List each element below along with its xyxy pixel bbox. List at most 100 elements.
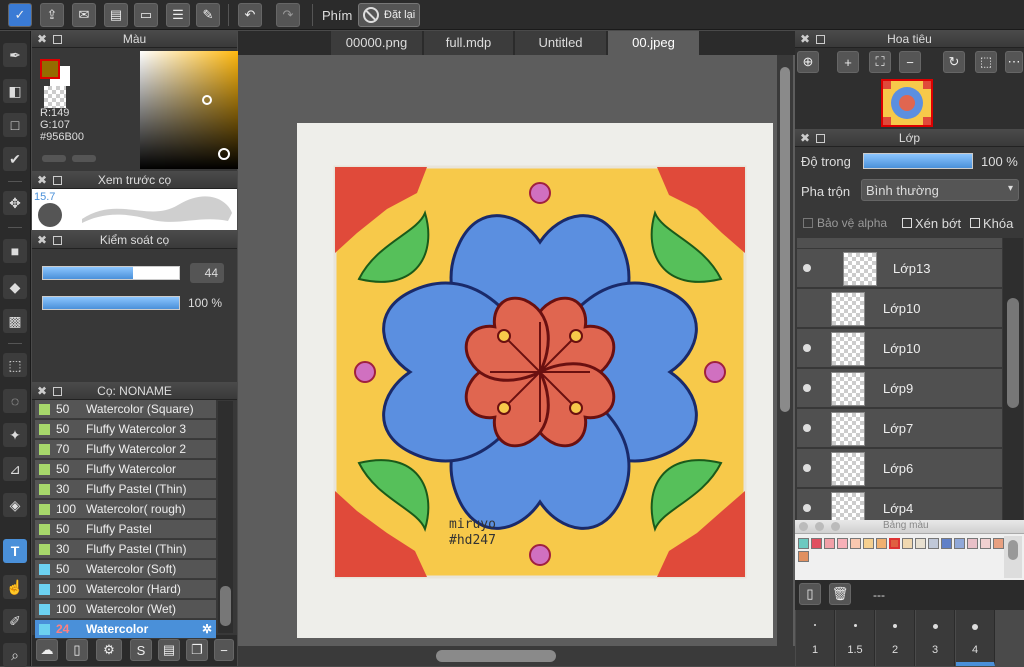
palette-swatch[interactable] xyxy=(798,551,809,562)
text-tool-icon[interactable]: T xyxy=(3,539,27,563)
delete-layer-icon[interactable]: 🗑 xyxy=(829,583,851,605)
fit-screen-icon[interactable]: ⛶ xyxy=(869,51,891,73)
share-icon[interactable]: ⇪ xyxy=(40,3,64,27)
brush-settings-icon[interactable]: ⚙ xyxy=(96,639,122,661)
brush-list-item[interactable]: 100 Watercolor( rough) xyxy=(35,500,216,519)
visibility-icon[interactable] xyxy=(803,504,811,512)
layer-row[interactable]: Lớp13 xyxy=(797,249,1002,288)
cloud-download-icon[interactable]: ☁ xyxy=(36,639,58,661)
edit-list-icon[interactable]: ✎ xyxy=(196,3,220,27)
brush-copy-icon[interactable]: ❐ xyxy=(186,639,208,661)
brush-save-icon[interactable]: S xyxy=(130,639,152,661)
brush-list-item[interactable]: 24 Watercolor ✲ xyxy=(35,620,216,639)
move-tool-icon[interactable]: ✥ xyxy=(3,191,27,215)
scrollbar-thumb[interactable] xyxy=(1008,540,1018,560)
brush-list-item[interactable]: 50 Watercolor (Square) xyxy=(35,400,216,419)
palette-swatch[interactable] xyxy=(837,538,848,549)
transparent-swatch[interactable] xyxy=(44,86,66,108)
clipping-checkbox[interactable] xyxy=(902,218,912,228)
popout-icon[interactable] xyxy=(53,236,62,245)
close-icon[interactable]: ✖ xyxy=(800,31,810,48)
lock-checkbox[interactable] xyxy=(970,218,980,228)
brush-size-slider[interactable] xyxy=(42,266,180,280)
layer-row[interactable]: Lớp9 xyxy=(797,369,1002,408)
foreground-color-swatch[interactable] xyxy=(40,59,60,79)
close-icon[interactable]: ✖ xyxy=(37,383,47,400)
pen-size-button[interactable]: 1 xyxy=(796,610,835,666)
brush-opacity-slider[interactable] xyxy=(42,296,180,310)
zoom-tool-icon[interactable]: ⌕ xyxy=(3,643,27,667)
tab-full-mdp[interactable]: full.mdp xyxy=(424,31,514,55)
popout-icon[interactable] xyxy=(816,35,825,44)
brush-list-item[interactable]: 50 Watercolor (Soft) xyxy=(35,560,216,579)
palette-swatch[interactable] xyxy=(863,538,874,549)
fill-rect-icon[interactable]: ■ xyxy=(3,239,27,263)
brush-list-scrollbar[interactable] xyxy=(218,401,233,633)
brush-list-item[interactable]: 50 Fluffy Watercolor 3 xyxy=(35,420,216,439)
brush-list-item[interactable]: 100 Watercolor (Wet) xyxy=(35,600,216,619)
undo-icon[interactable]: ↶ xyxy=(238,3,262,27)
scrollbar-thumb[interactable] xyxy=(220,586,231,626)
rectangle-tool-icon[interactable]: □ xyxy=(3,113,27,137)
visibility-icon[interactable] xyxy=(803,384,811,392)
scrollbar-thumb[interactable] xyxy=(780,67,790,412)
chat-icon[interactable]: ✉ xyxy=(72,3,96,27)
popout-icon[interactable] xyxy=(53,176,62,185)
layer-row[interactable]: Lớp6 xyxy=(797,449,1002,488)
blend-mode-select[interactable]: Bình thường ▾ xyxy=(861,179,1019,201)
reset-button[interactable]: Đặt lại xyxy=(358,3,420,27)
zoom-in-icon[interactable]: + xyxy=(837,51,859,73)
bucket-tool-icon[interactable]: ◆ xyxy=(3,275,27,299)
brush-list-item[interactable]: 100 Watercolor (Hard) xyxy=(35,580,216,599)
tab-untitled[interactable]: Untitled xyxy=(515,31,607,55)
zoom-out-icon[interactable]: − xyxy=(899,51,921,73)
palette-swatch[interactable] xyxy=(876,538,887,549)
palette-swatch[interactable] xyxy=(967,538,978,549)
visibility-icon[interactable] xyxy=(803,264,811,272)
layer-row[interactable]: Lớp10 xyxy=(797,329,1002,368)
popout-icon[interactable] xyxy=(53,35,62,44)
flip-icon[interactable]: ⬚ xyxy=(975,51,997,73)
hue-cursor[interactable] xyxy=(218,148,230,160)
popout-icon[interactable] xyxy=(53,387,62,396)
select-lasso-icon[interactable]: ◌ xyxy=(3,389,27,413)
palette-swatch[interactable] xyxy=(928,538,939,549)
brush-list-item[interactable]: 30 Fluffy Pastel (Thin) xyxy=(35,480,216,499)
sv-cursor[interactable] xyxy=(202,95,212,105)
visibility-icon[interactable] xyxy=(803,464,811,472)
checklist-icon[interactable]: ☰ xyxy=(166,3,190,27)
visibility-icon[interactable] xyxy=(803,424,811,432)
gradient-tool-icon[interactable]: ▩ xyxy=(3,309,27,333)
scrollbar-thumb[interactable] xyxy=(1007,298,1019,408)
eraser-tool-icon[interactable]: ◧ xyxy=(3,79,27,103)
navigator-thumbnail[interactable] xyxy=(881,79,933,127)
brush-list-item[interactable]: 50 Fluffy Watercolor xyxy=(35,460,216,479)
close-icon[interactable]: ✖ xyxy=(37,232,47,249)
palette-swatch[interactable] xyxy=(889,538,900,549)
color-mode-button[interactable] xyxy=(72,155,96,162)
popout-icon[interactable] xyxy=(816,134,825,143)
palette-swatch[interactable] xyxy=(850,538,861,549)
zoom-fit-icon[interactable]: ⊕ xyxy=(797,51,819,73)
menu-icon[interactable]: ⋯ xyxy=(1005,51,1023,73)
protect-alpha-checkbox[interactable] xyxy=(803,218,813,228)
close-icon[interactable]: ✖ xyxy=(800,130,810,147)
redo-icon[interactable]: ↷ xyxy=(276,3,300,27)
brush-list-item[interactable]: 50 Fluffy Pastel xyxy=(35,520,216,539)
brush-delete-icon[interactable]: − xyxy=(214,639,234,661)
horizontal-scrollbar[interactable] xyxy=(238,646,795,666)
vertical-scrollbar[interactable] xyxy=(777,55,793,646)
eyedropper-icon[interactable]: ✐ xyxy=(3,609,27,633)
palette-swatch[interactable] xyxy=(915,538,926,549)
scrollbar-thumb[interactable] xyxy=(436,650,556,662)
close-icon[interactable]: ✖ xyxy=(37,31,47,48)
tab-00000-png[interactable]: 00000.png xyxy=(331,31,423,55)
artwork-paper[interactable]: miruyo #hd247 xyxy=(297,123,773,638)
window-minimize-icon[interactable] xyxy=(815,522,824,531)
visibility-icon[interactable] xyxy=(803,344,811,352)
canvas-area[interactable]: miruyo #hd247 xyxy=(238,55,795,666)
brush-list-item[interactable]: 30 Fluffy Pastel (Thin) xyxy=(35,540,216,559)
select-rect-icon[interactable]: ⬚ xyxy=(3,353,27,377)
window-close-icon[interactable] xyxy=(799,522,808,531)
hand-tool-icon[interactable]: ☝ xyxy=(3,575,27,599)
